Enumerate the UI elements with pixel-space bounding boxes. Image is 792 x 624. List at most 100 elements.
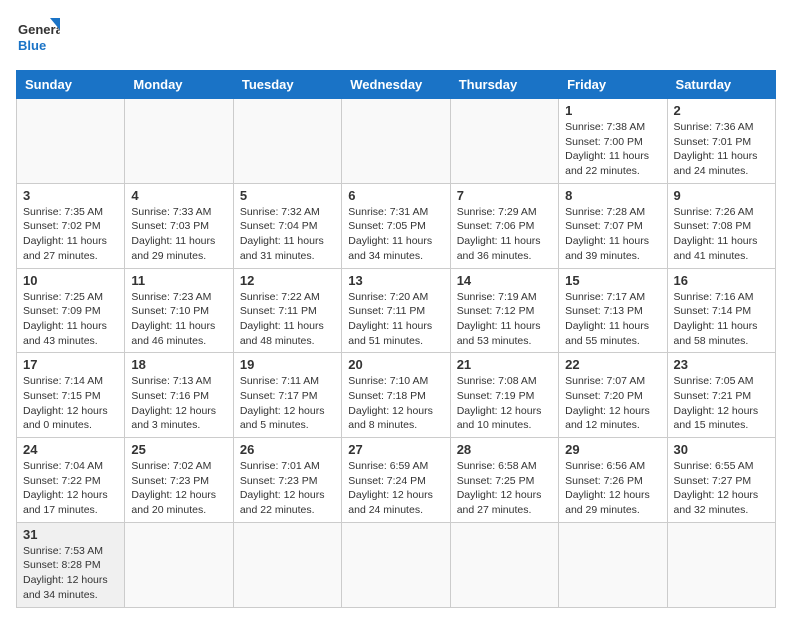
header: General Blue (16, 16, 776, 60)
weekday-header-tuesday: Tuesday (233, 71, 341, 99)
calendar-cell: 17 Sunrise: 7:14 AM Sunset: 7:15 PM Dayli… (17, 353, 125, 438)
calendar-cell: 22 Sunrise: 7:07 AM Sunset: 7:20 PM Dayli… (559, 353, 667, 438)
week-row-3: 10Sunrise: 7:25 AM Sunset: 7:09 PM Dayli… (17, 268, 776, 353)
calendar-cell: 16 Sunrise: 7:16 AM Sunset: 7:14 PM Dayli… (667, 268, 775, 353)
day-number: 18 (131, 357, 226, 372)
day-number: 2 (674, 103, 769, 118)
day-info: Sunrise: 7:33 AM Sunset: 7:03 PM Dayligh… (131, 205, 226, 264)
calendar-cell (559, 522, 667, 607)
day-number: 6 (348, 188, 443, 203)
calendar-cell: 13Sunrise: 7:20 AM Sunset: 7:11 PM Dayli… (342, 268, 450, 353)
calendar-cell: 19 Sunrise: 7:11 AM Sunset: 7:17 PM Dayli… (233, 353, 341, 438)
day-number: 13 (348, 273, 443, 288)
day-info: Sunrise: 6:55 AM Sunset: 7:27 PM Dayligh… (674, 459, 769, 518)
day-info: Sunrise: 7:19 AM Sunset: 7:12 PM Dayligh… (457, 290, 552, 349)
day-info: Sunrise: 7:14 AM Sunset: 7:15 PM Dayligh… (23, 374, 118, 433)
calendar-cell: 23 Sunrise: 7:05 AM Sunset: 7:21 PM Dayli… (667, 353, 775, 438)
logo-svg: General Blue (16, 16, 60, 60)
calendar-cell: 5Sunrise: 7:32 AM Sunset: 7:04 PM Daylig… (233, 183, 341, 268)
weekday-header-saturday: Saturday (667, 71, 775, 99)
weekday-header-thursday: Thursday (450, 71, 558, 99)
calendar-cell: 6 Sunrise: 7:31 AM Sunset: 7:05 PM Daylig… (342, 183, 450, 268)
calendar-cell: 24 Sunrise: 7:04 AM Sunset: 7:22 PM Dayli… (17, 438, 125, 523)
weekday-header-row: SundayMondayTuesdayWednesdayThursdayFrid… (17, 71, 776, 99)
week-row-2: 3Sunrise: 7:35 AM Sunset: 7:02 PM Daylig… (17, 183, 776, 268)
day-number: 23 (674, 357, 769, 372)
week-row-4: 17 Sunrise: 7:14 AM Sunset: 7:15 PM Dayli… (17, 353, 776, 438)
calendar-cell: 21Sunrise: 7:08 AM Sunset: 7:19 PM Dayli… (450, 353, 558, 438)
calendar-cell: 11Sunrise: 7:23 AM Sunset: 7:10 PM Dayli… (125, 268, 233, 353)
calendar-cell (342, 99, 450, 184)
day-number: 26 (240, 442, 335, 457)
day-info: Sunrise: 7:10 AM Sunset: 7:18 PM Dayligh… (348, 374, 443, 433)
day-info: Sunrise: 7:22 AM Sunset: 7:11 PM Dayligh… (240, 290, 335, 349)
day-number: 15 (565, 273, 660, 288)
calendar-cell: 9 Sunrise: 7:26 AM Sunset: 7:08 PM Daylig… (667, 183, 775, 268)
calendar-cell: 31 Sunrise: 7:53 AM Sunset: 8:28 PM Dayli… (17, 522, 125, 607)
calendar-cell: 1 Sunrise: 7:38 AM Sunset: 7:00 PM Daylig… (559, 99, 667, 184)
calendar-cell (233, 522, 341, 607)
weekday-header-monday: Monday (125, 71, 233, 99)
calendar-cell (667, 522, 775, 607)
day-info: Sunrise: 7:28 AM Sunset: 7:07 PM Dayligh… (565, 205, 660, 264)
day-info: Sunrise: 7:02 AM Sunset: 7:23 PM Dayligh… (131, 459, 226, 518)
calendar-cell: 25 Sunrise: 7:02 AM Sunset: 7:23 PM Dayli… (125, 438, 233, 523)
day-number: 22 (565, 357, 660, 372)
calendar-cell: 29Sunrise: 6:56 AM Sunset: 7:26 PM Dayli… (559, 438, 667, 523)
calendar: SundayMondayTuesdayWednesdayThursdayFrid… (16, 70, 776, 608)
day-info: Sunrise: 7:23 AM Sunset: 7:10 PM Dayligh… (131, 290, 226, 349)
day-number: 24 (23, 442, 118, 457)
week-row-1: 1 Sunrise: 7:38 AM Sunset: 7:00 PM Daylig… (17, 99, 776, 184)
day-number: 27 (348, 442, 443, 457)
calendar-cell: 12Sunrise: 7:22 AM Sunset: 7:11 PM Dayli… (233, 268, 341, 353)
day-info: Sunrise: 6:59 AM Sunset: 7:24 PM Dayligh… (348, 459, 443, 518)
calendar-cell: 27 Sunrise: 6:59 AM Sunset: 7:24 PM Dayli… (342, 438, 450, 523)
day-info: Sunrise: 7:13 AM Sunset: 7:16 PM Dayligh… (131, 374, 226, 433)
day-number: 29 (565, 442, 660, 457)
day-info: Sunrise: 6:58 AM Sunset: 7:25 PM Dayligh… (457, 459, 552, 518)
day-info: Sunrise: 7:31 AM Sunset: 7:05 PM Dayligh… (348, 205, 443, 264)
day-info: Sunrise: 7:16 AM Sunset: 7:14 PM Dayligh… (674, 290, 769, 349)
day-info: Sunrise: 7:29 AM Sunset: 7:06 PM Dayligh… (457, 205, 552, 264)
week-row-6: 31 Sunrise: 7:53 AM Sunset: 8:28 PM Dayli… (17, 522, 776, 607)
calendar-cell: 4 Sunrise: 7:33 AM Sunset: 7:03 PM Daylig… (125, 183, 233, 268)
weekday-header-friday: Friday (559, 71, 667, 99)
calendar-cell: 30Sunrise: 6:55 AM Sunset: 7:27 PM Dayli… (667, 438, 775, 523)
day-number: 25 (131, 442, 226, 457)
day-number: 1 (565, 103, 660, 118)
calendar-cell: 15Sunrise: 7:17 AM Sunset: 7:13 PM Dayli… (559, 268, 667, 353)
calendar-cell: 18 Sunrise: 7:13 AM Sunset: 7:16 PM Dayli… (125, 353, 233, 438)
day-info: Sunrise: 7:38 AM Sunset: 7:00 PM Dayligh… (565, 120, 660, 179)
day-number: 16 (674, 273, 769, 288)
day-info: Sunrise: 7:04 AM Sunset: 7:22 PM Dayligh… (23, 459, 118, 518)
calendar-cell (450, 522, 558, 607)
weekday-header-sunday: Sunday (17, 71, 125, 99)
day-number: 5 (240, 188, 335, 203)
day-number: 4 (131, 188, 226, 203)
calendar-cell (125, 99, 233, 184)
calendar-cell: 28 Sunrise: 6:58 AM Sunset: 7:25 PM Dayli… (450, 438, 558, 523)
day-number: 7 (457, 188, 552, 203)
day-number: 28 (457, 442, 552, 457)
day-info: Sunrise: 7:26 AM Sunset: 7:08 PM Dayligh… (674, 205, 769, 264)
calendar-cell (17, 99, 125, 184)
calendar-cell: 10Sunrise: 7:25 AM Sunset: 7:09 PM Dayli… (17, 268, 125, 353)
weekday-header-wednesday: Wednesday (342, 71, 450, 99)
calendar-cell (342, 522, 450, 607)
day-number: 14 (457, 273, 552, 288)
day-number: 17 (23, 357, 118, 372)
day-info: Sunrise: 7:53 AM Sunset: 8:28 PM Dayligh… (23, 544, 118, 603)
day-info: Sunrise: 7:11 AM Sunset: 7:17 PM Dayligh… (240, 374, 335, 433)
day-info: Sunrise: 7:05 AM Sunset: 7:21 PM Dayligh… (674, 374, 769, 433)
day-number: 21 (457, 357, 552, 372)
day-number: 19 (240, 357, 335, 372)
calendar-cell (450, 99, 558, 184)
calendar-cell: 7 Sunrise: 7:29 AM Sunset: 7:06 PM Daylig… (450, 183, 558, 268)
calendar-cell (233, 99, 341, 184)
day-number: 31 (23, 527, 118, 542)
day-number: 9 (674, 188, 769, 203)
calendar-cell: 26Sunrise: 7:01 AM Sunset: 7:23 PM Dayli… (233, 438, 341, 523)
day-number: 20 (348, 357, 443, 372)
week-row-5: 24 Sunrise: 7:04 AM Sunset: 7:22 PM Dayli… (17, 438, 776, 523)
day-info: Sunrise: 7:07 AM Sunset: 7:20 PM Dayligh… (565, 374, 660, 433)
